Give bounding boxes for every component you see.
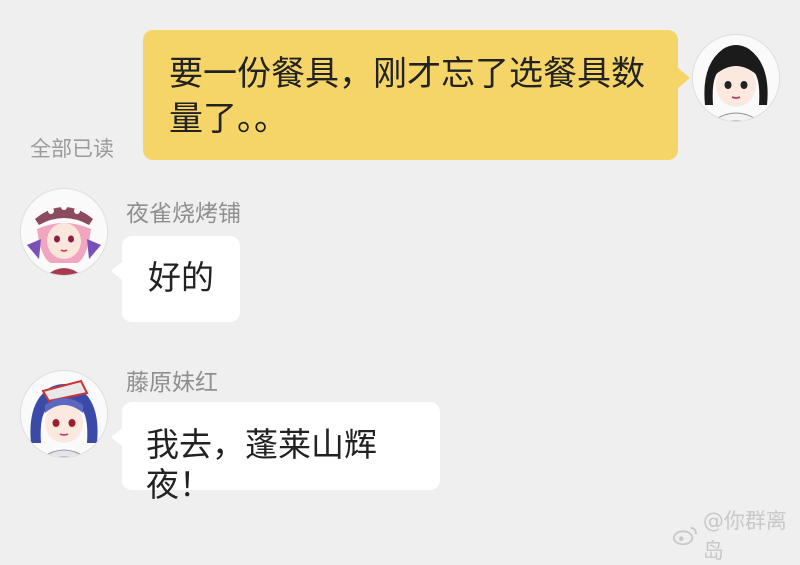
outgoing-message-bubble[interactable]: 要一份餐具，刚才忘了选餐具数量了。。 [143,30,690,160]
sender-avatar-yesuzume[interactable] [20,188,108,276]
weibo-icon [672,526,697,546]
incoming-message-bubble[interactable]: 我去，蓬莱山辉夜！ [111,402,440,504]
read-status: 全部已读 [30,137,114,161]
incoming-message-bubble[interactable]: 好的 [111,236,240,322]
sender-name: 藤原妹红 [126,370,218,396]
watermark-text: @你群离岛 [702,509,787,563]
self-avatar[interactable] [692,34,780,122]
night-sparrow-character-icon [21,189,107,275]
silver-hair-girl-icon [21,371,107,457]
black-hair-girl-icon [693,35,779,121]
sender-avatar-mokou[interactable] [20,370,108,458]
watermark: @你群离岛 [672,505,800,565]
incoming-message-text: 我去，蓬莱山辉夜！ [146,425,377,504]
incoming-message-text: 好的 [148,258,214,297]
sender-name: 夜雀烧烤铺 [126,201,241,227]
outgoing-message-text: 要一份餐具，刚才忘了选餐具数量了。。 [169,54,645,139]
